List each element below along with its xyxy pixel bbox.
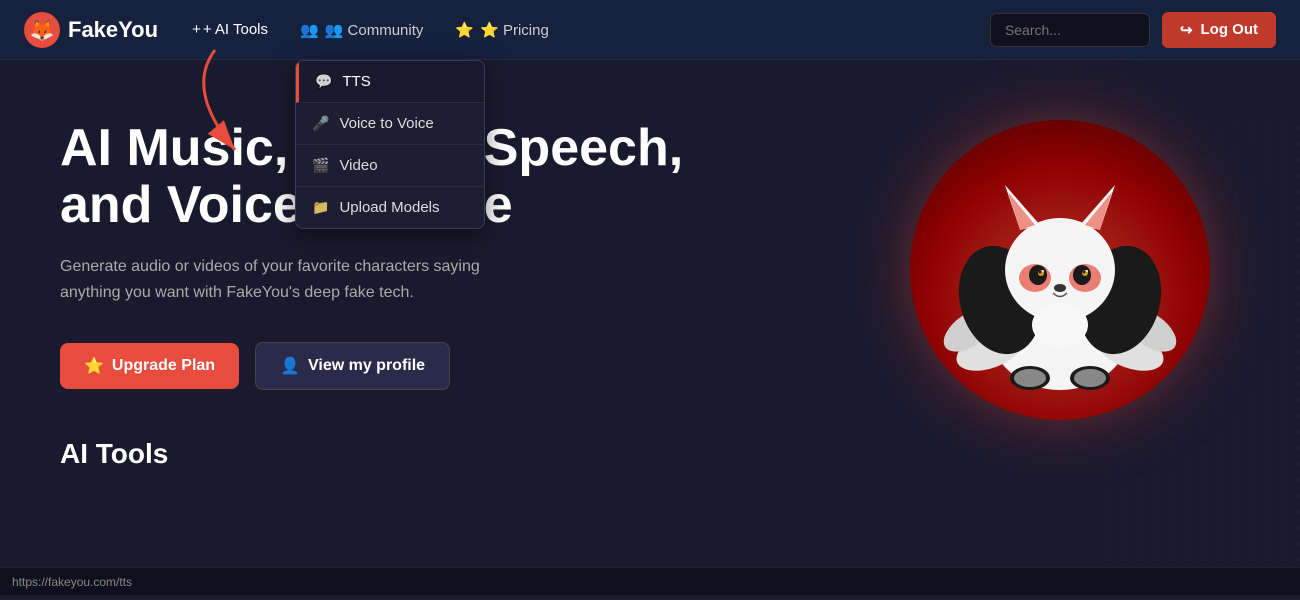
- main-content: AI Music, Text to Speech,and Voice to vo…: [0, 60, 1300, 595]
- nav-items: + + AI Tools 👥 👥 Community ⭐ ⭐ Pricing: [178, 13, 990, 47]
- navbar: 🦊 FakeYou + + AI Tools 👥 👥 Community ⭐ ⭐…: [0, 0, 1300, 60]
- dropdown-item-video[interactable]: 🎬 Video: [296, 145, 484, 187]
- logout-icon: ↪: [1180, 21, 1193, 39]
- logo[interactable]: 🦊 FakeYou: [24, 12, 158, 48]
- view-profile-button[interactable]: 👤 View my profile: [255, 342, 450, 390]
- dropdown-item-tts[interactable]: 💬 TTS: [296, 61, 484, 103]
- profile-label: View my profile: [308, 357, 425, 375]
- voice-to-voice-icon: 🎤: [312, 115, 329, 132]
- status-bar: https://fakeyou.com/tts: [0, 567, 1300, 595]
- upload-icon: 📁: [312, 199, 329, 216]
- tts-label: TTS: [342, 73, 370, 90]
- fox-character-svg: [920, 130, 1200, 410]
- tts-icon: 💬: [315, 73, 332, 90]
- video-label: Video: [339, 157, 377, 174]
- upload-models-label: Upload Models: [339, 199, 439, 216]
- upgrade-star-icon: ⭐: [84, 356, 104, 376]
- logout-label: Log Out: [1201, 21, 1258, 38]
- logout-button[interactable]: ↪ Log Out: [1162, 12, 1276, 48]
- community-label: 👥 Community: [325, 21, 424, 39]
- profile-icon: 👤: [280, 356, 300, 376]
- dropdown-item-voice-to-voice[interactable]: 🎤 Voice to Voice: [296, 103, 484, 145]
- character-circle: [910, 120, 1210, 420]
- ai-tools-dropdown: 💬 TTS 🎤 Voice to Voice 🎬 Video 📁 Upload …: [295, 60, 485, 229]
- upgrade-plan-button[interactable]: ⭐ Upgrade Plan: [60, 343, 239, 389]
- status-url: https://fakeyou.com/tts: [12, 575, 132, 589]
- logo-icon: 🦊: [24, 12, 60, 48]
- dropdown-item-upload-models[interactable]: 📁 Upload Models: [296, 187, 484, 228]
- hero-buttons: ⭐ Upgrade Plan 👤 View my profile: [60, 342, 700, 390]
- star-icon: ⭐: [455, 21, 474, 39]
- nav-ai-tools[interactable]: + + AI Tools: [178, 13, 282, 46]
- search-input[interactable]: [990, 13, 1150, 47]
- voice-to-voice-label: Voice to Voice: [339, 115, 433, 132]
- svg-text:🦊: 🦊: [30, 19, 55, 42]
- ai-tools-section-heading: AI Tools: [60, 438, 700, 470]
- community-icon: 👥: [300, 21, 319, 39]
- nav-right: ↪ Log Out: [990, 12, 1276, 48]
- ai-tools-label: + AI Tools: [203, 21, 268, 38]
- nav-community[interactable]: 👥 👥 Community: [286, 13, 437, 47]
- video-icon: 🎬: [312, 157, 329, 174]
- plus-icon: +: [192, 21, 201, 38]
- logo-text: FakeYou: [68, 17, 158, 43]
- pricing-label: ⭐ Pricing: [480, 21, 549, 39]
- hero-subtitle: Generate audio or videos of your favorit…: [60, 254, 540, 305]
- hero-illustration: [880, 80, 1240, 460]
- nav-pricing[interactable]: ⭐ ⭐ Pricing: [441, 13, 562, 47]
- upgrade-label: Upgrade Plan: [112, 357, 215, 375]
